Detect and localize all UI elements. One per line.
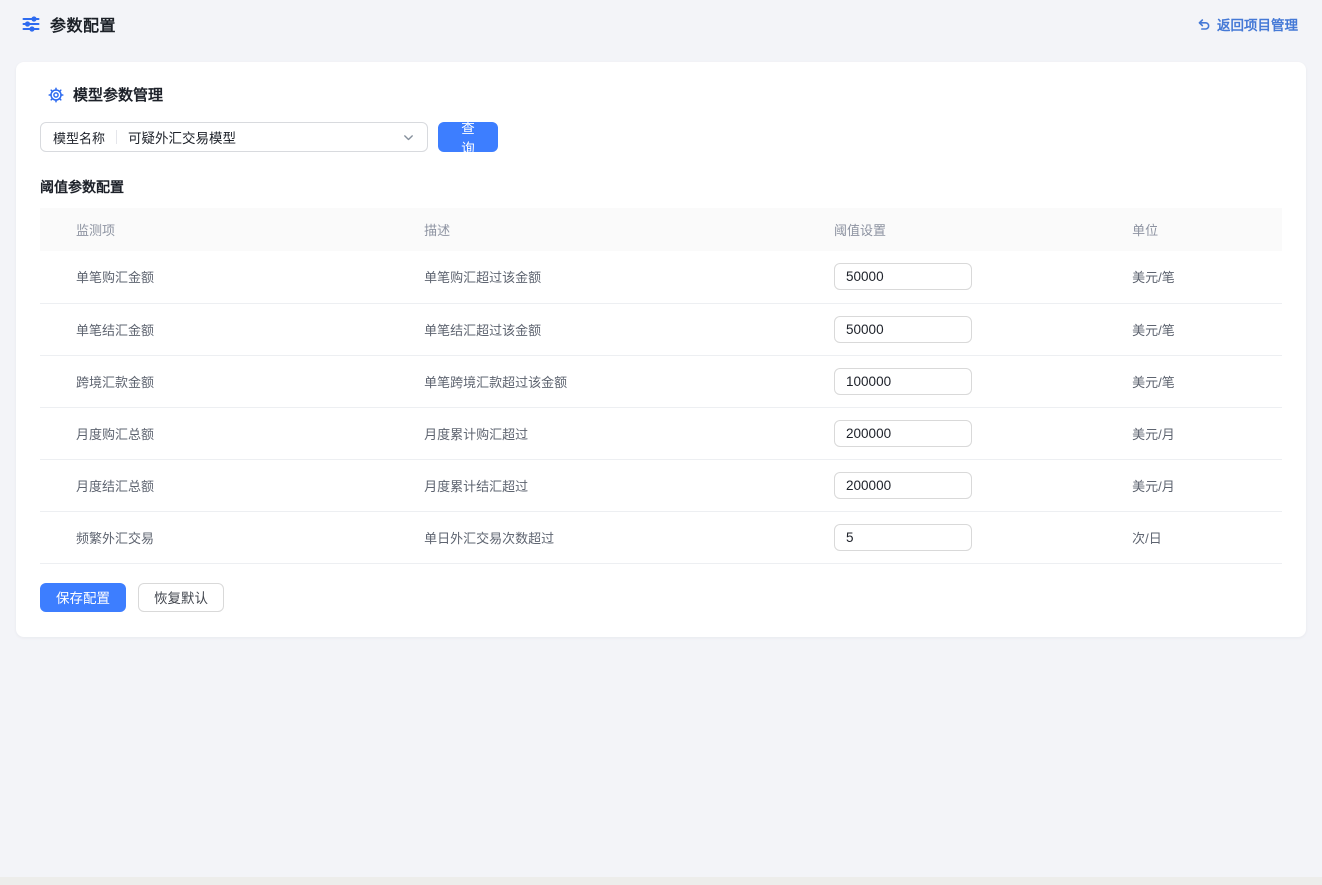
description-cell: 单笔结汇超过该金额 — [400, 303, 810, 355]
model-name-select[interactable]: 模型名称 可疑外汇交易模型 — [40, 122, 428, 152]
threshold-section-title: 阈值参数配置 — [40, 177, 1282, 197]
table-row: 单笔购汇金额 单笔购汇超过该金额 美元/笔 — [40, 251, 1282, 303]
query-button[interactable]: 查询 — [438, 122, 498, 152]
table-row: 频繁外汇交易 单日外汇交易次数超过 次/日 — [40, 511, 1282, 563]
threshold-input[interactable] — [834, 524, 972, 551]
top-header: 参数配置 返回项目管理 — [0, 0, 1322, 48]
page-title: 参数配置 — [50, 12, 116, 36]
restore-default-button[interactable]: 恢复默认 — [138, 583, 224, 612]
threshold-input[interactable] — [834, 316, 972, 343]
threshold-cell — [810, 251, 1108, 303]
unit-cell: 美元/月 — [1108, 459, 1282, 511]
monitor-item-cell: 月度结汇总额 — [40, 459, 400, 511]
unit-cell: 美元/笔 — [1108, 355, 1282, 407]
threshold-cell — [810, 459, 1108, 511]
monitor-item-cell: 单笔购汇金额 — [40, 251, 400, 303]
model-parameter-card: 模型参数管理 模型名称 可疑外汇交易模型 查询 阈值参数配置 监测项 描述 阈值… — [16, 62, 1306, 637]
query-row: 模型名称 可疑外汇交易模型 查询 — [40, 122, 1282, 152]
column-header-threshold: 阈值设置 — [810, 208, 1108, 251]
undo-arrow-icon — [1196, 17, 1211, 32]
threshold-cell — [810, 355, 1108, 407]
threshold-cell — [810, 407, 1108, 459]
column-header-item: 监测项 — [40, 208, 400, 251]
threshold-table: 监测项 描述 阈值设置 单位 单笔购汇金额 单笔购汇超过该金额 美元/笔 单笔结… — [40, 208, 1282, 564]
monitor-item-cell: 频繁外汇交易 — [40, 511, 400, 563]
sliders-icon — [21, 14, 41, 34]
panel-title: 模型参数管理 — [73, 84, 163, 105]
select-divider — [116, 130, 117, 144]
unit-cell: 美元/笔 — [1108, 251, 1282, 303]
bottom-scrollbar-track[interactable] — [0, 877, 1322, 885]
chevron-down-icon — [402, 131, 415, 144]
threshold-input[interactable] — [834, 368, 972, 395]
column-header-unit: 单位 — [1108, 208, 1282, 251]
unit-cell: 美元/笔 — [1108, 303, 1282, 355]
threshold-cell — [810, 511, 1108, 563]
monitor-item-cell: 跨境汇款金额 — [40, 355, 400, 407]
threshold-input[interactable] — [834, 420, 972, 447]
unit-cell: 美元/月 — [1108, 407, 1282, 459]
threshold-cell — [810, 303, 1108, 355]
actions-row: 保存配置 恢复默认 — [40, 583, 1282, 612]
panel-title-row: 模型参数管理 — [48, 84, 1282, 105]
table-body: 单笔购汇金额 单笔购汇超过该金额 美元/笔 单笔结汇金额 单笔结汇超过该金额 美… — [40, 251, 1282, 563]
description-cell: 月度累计购汇超过 — [400, 407, 810, 459]
select-value: 可疑外汇交易模型 — [128, 127, 402, 147]
table-header-row: 监测项 描述 阈值设置 单位 — [40, 208, 1282, 251]
save-config-button[interactable]: 保存配置 — [40, 583, 126, 612]
threshold-input[interactable] — [834, 472, 972, 499]
description-cell: 单笔跨境汇款超过该金额 — [400, 355, 810, 407]
back-to-project-link[interactable]: 返回项目管理 — [1196, 14, 1298, 34]
threshold-input[interactable] — [834, 263, 972, 290]
column-header-desc: 描述 — [400, 208, 810, 251]
unit-cell: 次/日 — [1108, 511, 1282, 563]
description-cell: 单笔购汇超过该金额 — [400, 251, 810, 303]
description-cell: 单日外汇交易次数超过 — [400, 511, 810, 563]
table-row: 跨境汇款金额 单笔跨境汇款超过该金额 美元/笔 — [40, 355, 1282, 407]
monitor-item-cell: 单笔结汇金额 — [40, 303, 400, 355]
description-cell: 月度累计结汇超过 — [400, 459, 810, 511]
table-row: 月度结汇总额 月度累计结汇超过 美元/月 — [40, 459, 1282, 511]
gear-icon — [48, 87, 64, 103]
table-row: 单笔结汇金额 单笔结汇超过该金额 美元/笔 — [40, 303, 1282, 355]
monitor-item-cell: 月度购汇总额 — [40, 407, 400, 459]
select-label: 模型名称 — [53, 128, 105, 147]
back-link-label: 返回项目管理 — [1217, 14, 1298, 34]
table-row: 月度购汇总额 月度累计购汇超过 美元/月 — [40, 407, 1282, 459]
